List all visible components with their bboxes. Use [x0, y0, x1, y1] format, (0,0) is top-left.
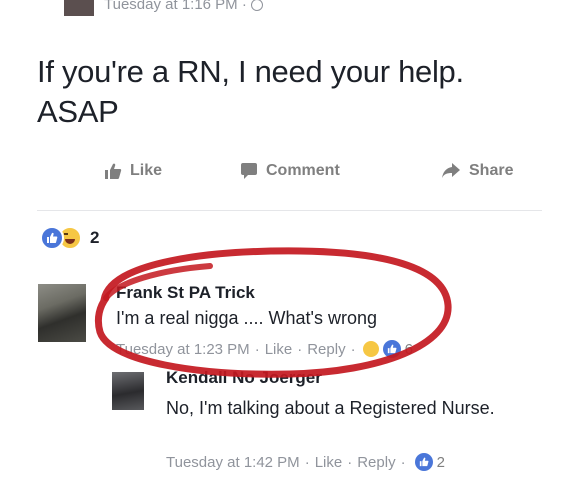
comment-meta: Tuesday at 1:23 PM · Like · Reply · 6: [116, 340, 413, 358]
separator-dot: ·: [400, 453, 406, 471]
like-button[interactable]: Like: [104, 162, 162, 180]
separator-dot: ·: [350, 340, 356, 358]
comment-reply-link[interactable]: Reply: [307, 341, 345, 358]
commenter-avatar[interactable]: [38, 284, 86, 342]
divider: [37, 210, 542, 211]
reaction-count: 2: [90, 228, 100, 247]
thumbs-up-icon: [105, 163, 122, 179]
separator-dot: ·: [347, 453, 353, 471]
reply-time[interactable]: Tuesday at 1:42 PM: [166, 454, 300, 471]
separator-dot: ·: [304, 453, 310, 471]
post-timestamp[interactable]: Tuesday at 1:16 PM ·: [104, 0, 263, 13]
like-reaction-icon: [382, 340, 401, 358]
post-author-avatar[interactable]: [64, 0, 94, 16]
like-button-label: Like: [130, 162, 163, 179]
like-reaction-icon: [414, 453, 433, 471]
comment-time[interactable]: Tuesday at 1:23 PM: [116, 341, 250, 358]
commenter-name[interactable]: Frank St PA Trick: [116, 283, 255, 303]
reply-author-name[interactable]: Kendall No Joerger: [166, 368, 322, 388]
share-button-label: Share: [469, 162, 514, 179]
comment-button-label: Comment: [266, 162, 340, 179]
comment-like-link[interactable]: Like: [265, 341, 293, 358]
post-timestamp-text[interactable]: Tuesday at 1:16 PM ·: [104, 0, 247, 13]
share-arrow-icon: [442, 163, 460, 178]
reply-author-avatar[interactable]: [112, 372, 144, 410]
reply-reply-link[interactable]: Reply: [357, 454, 395, 471]
comment-button[interactable]: Comment: [240, 162, 340, 180]
post-text: If you're a RN, I need your help. ASAP: [37, 52, 547, 132]
separator-dot: ·: [297, 340, 303, 358]
reply-like-link[interactable]: Like: [315, 454, 343, 471]
post-text-line1: If you're a RN, I need your help.: [37, 54, 464, 89]
comment-bubble-icon: [241, 163, 257, 179]
share-button[interactable]: Share: [441, 162, 513, 180]
comment-text: I'm a real nigga .... What's wrong: [116, 308, 377, 328]
separator-dot: ·: [254, 340, 260, 358]
post-text-line2: ASAP: [37, 94, 119, 129]
reaction-summary[interactable]: 2: [40, 226, 99, 250]
reply-meta: Tuesday at 1:42 PM · Like · Reply · 2: [166, 453, 445, 471]
reply-text: No, I'm talking about a Registered Nurse…: [166, 398, 495, 418]
haha-reaction-icon: [362, 341, 379, 357]
post-action-bar: Like Comment Share: [0, 162, 567, 198]
like-reaction-icon: [40, 226, 64, 250]
reply-reaction-count[interactable]: 2: [437, 454, 445, 471]
globe-icon: [250, 0, 263, 12]
comment-reaction-count[interactable]: 6: [405, 341, 413, 358]
